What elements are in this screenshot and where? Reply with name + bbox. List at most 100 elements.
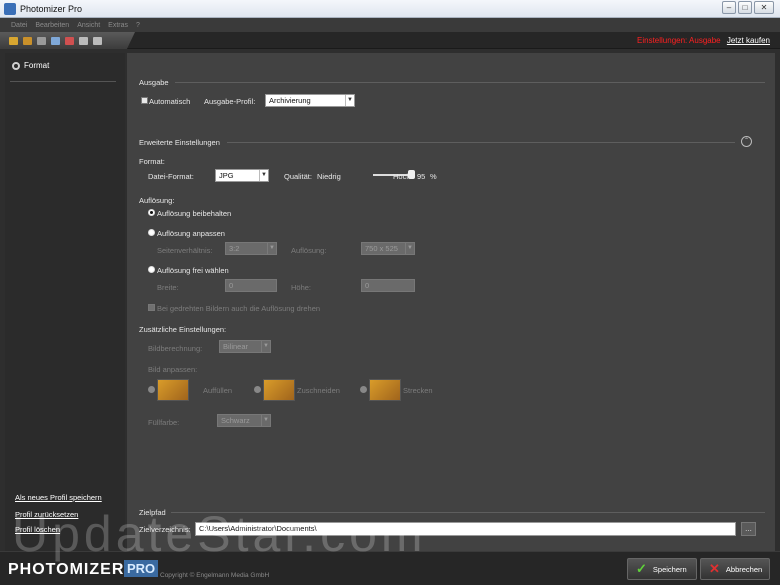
aspect-ratio-label: Seitenverhältnis: [157,246,213,255]
resolution-select[interactable]: 750 x 525 ▼ [361,242,415,255]
maximize-button[interactable]: □ [738,1,752,14]
target-dir-label: Zielverzeichnis: [139,525,191,534]
height-label: Höhe: [291,283,312,292]
menu-help[interactable]: ? [136,22,140,29]
aspect-ratio-value: 3:2 [229,244,240,253]
file-format-label: Datei-Format: [148,172,194,181]
footer: PHOTOMIZER PRO Copyright © Engelmann Med… [0,551,780,585]
quality-value: 95 [417,172,426,181]
auto-label: Automatisch [149,97,191,106]
chevron-down-icon: ▼ [261,415,270,426]
fit-crop-radio[interactable] [254,386,261,393]
add-folder-icon[interactable] [23,36,32,45]
fit-fill-image [157,379,189,401]
chevron-down-icon: ▼ [267,243,276,254]
cancel-button[interactable]: ✕ Abbrechen [700,558,770,580]
remove-icon[interactable] [65,36,74,45]
quality-unit: % [430,172,437,181]
file-format-select[interactable]: JPG ▼ [215,169,269,182]
resolution-value: 750 x 525 [365,244,398,253]
fit-fill-radio[interactable] [148,386,155,393]
target-heading: Zielpfad [139,508,166,517]
collapse-button[interactable]: ⌃ [741,136,752,147]
title-bar: Photomizer Pro – □ ✕ [0,0,780,18]
menu-datei[interactable]: Datei [11,22,27,29]
checkmark-icon: ✓ [636,561,647,576]
rotate-checkbox[interactable] [148,304,155,311]
width-input[interactable]: 0 [225,279,277,292]
extra-settings-heading: Zusätzliche Einstellungen: [139,325,227,334]
fit-stretch-radio[interactable] [360,386,367,393]
chevron-down-icon: ▼ [405,243,414,254]
menu-extras[interactable]: Extras [108,22,128,29]
advanced-divider [227,142,735,143]
rotate-label: Bei gedrehten Bildern auch die Auflösung… [157,304,321,313]
fill-color-select[interactable]: Schwarz ▼ [217,414,271,427]
sidebar: Format Als neues Profil speichern Profil… [5,53,125,551]
close-button[interactable]: ✕ [754,1,774,14]
target-divider [171,512,765,513]
free-resolution-radio[interactable] [148,266,155,273]
app-icon [4,3,16,15]
save-icon[interactable] [51,36,60,45]
menu-ansicht[interactable]: Ansicht [77,22,100,29]
profile-label: Ausgabe-Profil: [204,97,256,106]
keep-resolution-label: Auflösung beibehalten [157,209,232,218]
target-dir-input[interactable]: C:\Users\Administrator\Documents\ [195,522,736,536]
aspect-ratio-select[interactable]: 3:2 ▼ [225,242,277,255]
output-divider [175,82,765,83]
chevron-down-icon: ▼ [261,341,270,352]
close-icon: ✕ [709,561,720,576]
format-heading: Format: [139,157,165,166]
view-grid-icon[interactable] [93,36,102,45]
adjust-resolution-radio[interactable] [148,229,155,236]
minimize-button[interactable]: – [722,1,736,14]
fit-stretch-image [369,379,401,401]
chevron-down-icon: ▼ [259,170,268,181]
gear-icon [12,61,20,70]
sidebar-item-format[interactable]: Format [12,61,49,70]
open-folder-icon[interactable] [9,36,18,45]
width-label: Breite: [157,283,179,292]
calculation-select[interactable]: Bilinear ▼ [219,340,271,353]
sidebar-item-label: Format [24,61,50,70]
calculation-value: Bilinear [223,342,249,351]
fit-crop-image [263,379,295,401]
brand-logo: PHOTOMIZER [8,561,125,578]
copyright-text: Copyright © Engelmann Media GmbH [160,572,270,579]
window-controls: – □ ✕ [722,1,774,14]
free-resolution-label: Auflösung frei wählen [157,266,229,275]
settings-panel: Ausgabe Automatisch Ausgabe-Profil: Arch… [127,53,775,551]
reset-profile-link[interactable]: Profil zurücksetzen [15,510,78,519]
delete-profile-link[interactable]: Profil löschen [15,525,60,534]
menu-bar: Datei Bearbeiten Ansicht Extras ? [0,18,780,32]
fill-color-value: Schwarz [221,416,250,425]
fill-color-label: Füllfarbe: [148,418,180,427]
toolbar: Einstellungen: Ausgabe Jetzt kaufen [0,32,780,49]
sidebar-divider [10,81,116,82]
images-icon[interactable] [37,36,46,45]
quality-high-label: Hoch [393,172,411,181]
buy-now-link[interactable]: Jetzt kaufen [727,36,770,45]
quality-label: Qualität: [284,172,312,181]
save-button[interactable]: ✓ Speichern [627,558,697,580]
keep-resolution-radio[interactable] [148,209,155,216]
output-heading: Ausgabe [139,78,169,87]
toolbar-buttons [0,32,135,49]
chevron-down-icon: ▼ [345,95,354,106]
view-list-icon[interactable] [79,36,88,45]
menu-bearbeiten[interactable]: Bearbeiten [35,22,69,29]
fit-label: Bild anpassen: [148,365,198,374]
fit-fill-label: Auffüllen [203,386,233,395]
advanced-heading: Erweiterte Einstellungen [139,138,220,147]
cancel-button-label: Abbrechen [725,564,763,574]
auto-checkbox[interactable] [141,97,148,104]
save-new-profile-link[interactable]: Als neues Profil speichern [15,493,102,502]
browse-button[interactable]: ... [741,522,756,536]
height-input[interactable]: 0 [361,279,415,292]
resolution-heading: Auflösung: [139,196,175,205]
toolbar-notice: Einstellungen: Ausgabe Jetzt kaufen [637,36,770,45]
profile-select[interactable]: Archivierung ▼ [265,94,355,107]
quality-low-label: Niedrig [317,172,341,181]
profile-value: Archivierung [269,96,311,105]
